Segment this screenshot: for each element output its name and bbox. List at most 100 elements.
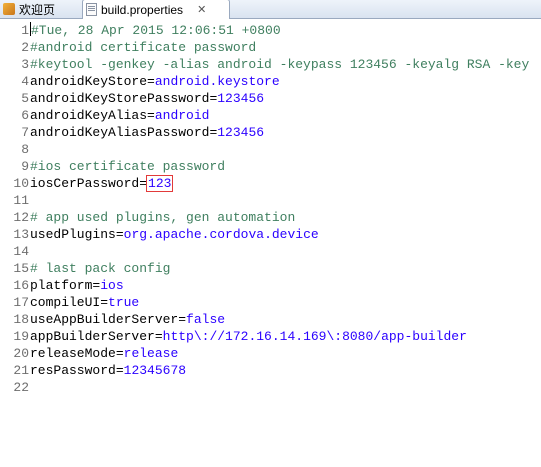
code-content: androidKeyStorePassword=123456 — [29, 90, 264, 107]
highlighted-password-value: 123 — [146, 175, 174, 192]
line-number: 22 — [13, 380, 29, 395]
equals-sign: = — [178, 312, 187, 327]
code-line[interactable]: 18useAppBuilderServer=false — [0, 311, 225, 328]
code-line[interactable]: 22 — [0, 379, 30, 396]
code-line[interactable]: 2#android certificate password — [0, 39, 256, 56]
line-number: 17 — [13, 295, 29, 310]
code-line[interactable]: 19appBuilderServer=http\://172.16.14.169… — [0, 328, 467, 345]
comment-text: #ios certificate password — [30, 159, 226, 174]
line-number: 15 — [13, 261, 29, 276]
code-content: iosCerPassword=123 — [29, 175, 174, 192]
comment-text: #android certificate password — [30, 40, 257, 55]
code-content: appBuilderServer=http\://172.16.14.169\:… — [29, 328, 467, 345]
code-content: # last pack config — [29, 260, 170, 277]
line-number: 7 — [21, 125, 29, 140]
code-content: androidKeyAlias=android — [29, 107, 209, 124]
property-key: iosCerPassword — [30, 176, 140, 191]
code-line[interactable]: 4androidKeyStore=android.keystore — [0, 73, 280, 90]
code-line[interactable]: 15# last pack config — [0, 260, 170, 277]
code-content: resPassword=12345678 — [29, 362, 186, 379]
comment-text: # app used plugins, gen automation — [30, 210, 296, 225]
code-line[interactable]: 16platform=ios — [0, 277, 124, 294]
line-number: 5 — [21, 91, 29, 106]
tab-welcome-label: 欢迎页 — [19, 2, 56, 17]
code-content: #ios certificate password — [29, 158, 225, 175]
code-line[interactable]: 8 — [0, 141, 30, 158]
line-number: 18 — [13, 312, 29, 327]
property-value: org.apache.cordova.device — [123, 227, 319, 242]
welcome-icon — [3, 3, 15, 15]
code-content: #Tue, 28 Apr 2015 12:06:51 +0800 — [29, 22, 281, 39]
close-icon[interactable]: ✕ — [197, 3, 206, 16]
line-number: 3 — [21, 57, 29, 72]
line-number: 16 — [13, 278, 29, 293]
code-line[interactable]: 11 — [0, 192, 30, 209]
equals-sign: = — [154, 329, 163, 344]
equals-sign: = — [147, 108, 155, 123]
equals-sign: = — [139, 176, 148, 191]
property-key: androidKeyAlias — [30, 108, 148, 123]
code-line[interactable]: 3#keytool -genkey -alias android -keypas… — [0, 56, 529, 73]
code-content: androidKeyStore=android.keystore — [29, 73, 280, 90]
equals-sign: = — [100, 295, 109, 310]
tab-welcome[interactable]: 欢迎页 — [0, 0, 72, 18]
property-value: ios — [100, 278, 124, 293]
property-value: 123456 — [217, 125, 265, 140]
line-number: 1 — [21, 23, 29, 38]
code-content: useAppBuilderServer=false — [29, 311, 225, 328]
code-line[interactable]: 21resPassword=12345678 — [0, 362, 186, 379]
line-number: 20 — [13, 346, 29, 361]
property-value: true — [108, 295, 140, 310]
property-value: false — [186, 312, 226, 327]
property-key: usedPlugins — [30, 227, 116, 242]
code-content: #keytool -genkey -alias android -keypass… — [29, 56, 529, 73]
properties-editor[interactable]: 1 #Tue, 28 Apr 2015 12:06:51 +0800 2#andro… — [0, 19, 541, 467]
property-key: appBuilderServer — [30, 329, 155, 344]
code-line[interactable]: 10iosCerPassword=123 — [0, 175, 174, 192]
line-number: 13 — [13, 227, 29, 242]
code-line[interactable]: 1 #Tue, 28 Apr 2015 12:06:51 +0800 — [0, 22, 281, 39]
code-content: usedPlugins=org.apache.cordova.device — [29, 226, 319, 243]
file-icon — [86, 3, 97, 16]
property-key: compileUI — [30, 295, 101, 310]
tab-build-properties[interactable]: build.properties ✕ — [82, 0, 230, 19]
property-value: http\://172.16.14.169\:8080/app-builder — [162, 329, 467, 344]
code-line[interactable]: 7androidKeyAliasPassword=123456 — [0, 124, 264, 141]
line-number: 19 — [13, 329, 29, 344]
code-line[interactable]: 13usedPlugins=org.apache.cordova.device — [0, 226, 319, 243]
property-key: platform — [30, 278, 93, 293]
code-content: compileUI=true — [29, 294, 139, 311]
line-number: 9 — [21, 159, 29, 174]
property-value: android.keystore — [154, 74, 280, 89]
code-line[interactable]: 5androidKeyStorePassword=123456 — [0, 90, 264, 107]
line-number: 21 — [13, 363, 29, 378]
code-line[interactable]: 20releaseMode=release — [0, 345, 178, 362]
code-content: #android certificate password — [29, 39, 256, 56]
line-number: 2 — [21, 40, 29, 55]
code-content: releaseMode=release — [29, 345, 178, 362]
code-line[interactable]: 14 — [0, 243, 30, 260]
line-number: 4 — [21, 74, 29, 89]
line-number: 11 — [13, 193, 29, 208]
line-number: 8 — [21, 142, 29, 157]
code-line[interactable]: 17compileUI=true — [0, 294, 139, 311]
tab-build-properties-label: build.properties — [101, 2, 184, 17]
code-line[interactable]: 12# app used plugins, gen automation — [0, 209, 295, 226]
editor-tab-bar: 欢迎页 build.properties ✕ — [0, 0, 541, 19]
property-value: 12345678 — [123, 363, 187, 378]
property-key: androidKeyStorePassword — [30, 91, 210, 106]
code-line[interactable]: 9#ios certificate password — [0, 158, 225, 175]
property-key: androidKeyAliasPassword — [30, 125, 210, 140]
property-value: 123456 — [217, 91, 265, 106]
code-line[interactable]: 6androidKeyAlias=android — [0, 107, 209, 124]
property-value: release — [123, 346, 179, 361]
line-number: 14 — [13, 244, 29, 259]
comment-text: #keytool -genkey -alias android -keypass… — [30, 57, 530, 72]
line-number: 12 — [13, 210, 29, 225]
property-key: resPassword — [30, 363, 116, 378]
line-number: 6 — [21, 108, 29, 123]
property-key: releaseMode — [30, 346, 116, 361]
equals-sign: = — [115, 346, 124, 361]
property-key: useAppBuilderServer — [30, 312, 179, 327]
equals-sign: = — [115, 363, 124, 378]
